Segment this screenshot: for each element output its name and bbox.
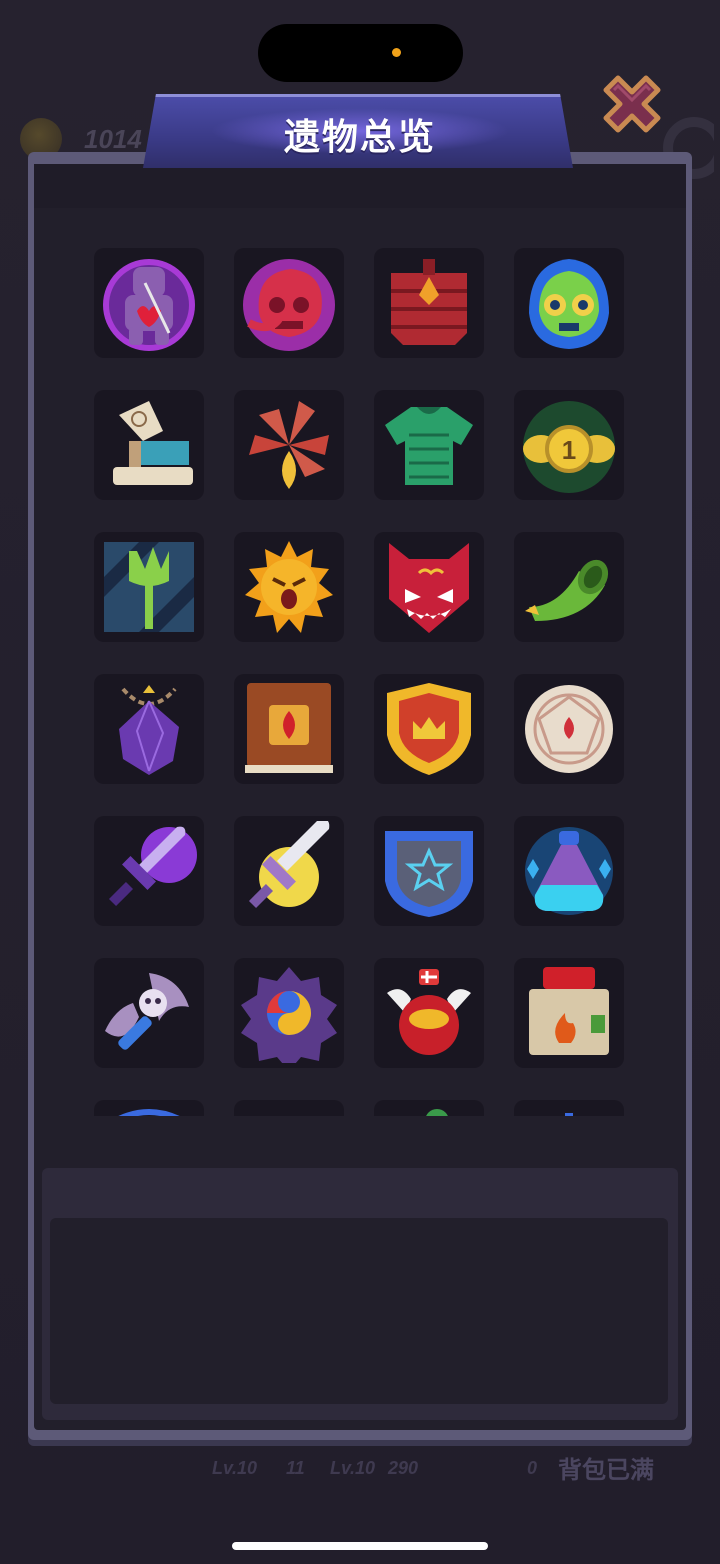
relic-slot[interactable]: [514, 248, 624, 358]
purple-sword-icon: [108, 826, 197, 907]
angry-sun-icon: [245, 541, 333, 633]
green-scale-shirt-icon: [385, 407, 473, 485]
relic-slot[interactable]: [514, 816, 624, 926]
relic-slot[interactable]: [94, 1100, 204, 1116]
relic-slot[interactable]: [234, 532, 344, 642]
bottom-count-2: 290: [388, 1458, 419, 1478]
skull-axe-icon: [105, 973, 189, 1050]
bottom-level-1: Lv.10: [212, 1458, 258, 1478]
relic-slot[interactable]: [234, 958, 344, 1068]
gold-crown-shield-icon: [387, 683, 471, 775]
bag-status: 背包已满: [558, 1457, 654, 1484]
partial-relic-icon: [239, 1105, 339, 1116]
relic-slot[interactable]: [234, 248, 344, 358]
relic-slot[interactable]: [94, 958, 204, 1068]
relic-slot[interactable]: [94, 248, 204, 358]
yin-yang-orb-icon: [241, 967, 337, 1063]
relic-slot[interactable]: [374, 958, 484, 1068]
winged-health-potion-icon: [387, 969, 471, 1055]
svg-text:1: 1: [562, 435, 576, 465]
partial-relic-icon: [426, 1109, 448, 1116]
winged-gold-medal-icon: 1: [523, 401, 615, 493]
relic-slot[interactable]: [374, 248, 484, 358]
relic-panel-header-strip: [34, 164, 686, 208]
close-x-icon: [603, 75, 661, 133]
mana-potion-icon: [525, 827, 613, 915]
camera-indicator: [392, 48, 401, 57]
wooden-horse-icon: [113, 401, 193, 485]
amethyst-necklace-icon: [119, 685, 179, 775]
bottom-level-2: Lv.10: [330, 1458, 376, 1478]
star-shield-icon: [385, 831, 473, 917]
home-indicator[interactable]: [232, 1542, 488, 1550]
relic-slot[interactable]: [234, 674, 344, 784]
relic-slot[interactable]: [94, 674, 204, 784]
relic-slot[interactable]: [374, 532, 484, 642]
relic-slot[interactable]: [234, 1100, 344, 1116]
relic-slot[interactable]: 1: [514, 390, 624, 500]
camera-notch: [258, 24, 463, 82]
partial-relic-icon: [565, 1113, 573, 1116]
voodoo-doll-icon: [103, 259, 195, 351]
ancient-tome-icon: [245, 683, 333, 773]
relic-slot[interactable]: [94, 390, 204, 500]
relic-slot[interactable]: [234, 816, 344, 926]
bottom-count-3: 0: [527, 1458, 538, 1478]
relic-slot[interactable]: [514, 532, 624, 642]
bottom-count-1: 11: [286, 1458, 305, 1478]
relic-slot[interactable]: [374, 1100, 484, 1116]
glowing-dagger-icon: [248, 821, 330, 909]
green-horn-icon: [525, 559, 609, 621]
relic-grid[interactable]: 1: [94, 248, 624, 1116]
blue-flame-mask-icon: [529, 259, 609, 349]
fire-crate-icon: [529, 967, 609, 1055]
relic-slot[interactable]: [514, 1100, 624, 1116]
relic-slot[interactable]: [514, 674, 624, 784]
close-button[interactable]: [592, 72, 672, 152]
green-trident-icon: [104, 542, 194, 632]
relic-slot[interactable]: [374, 816, 484, 926]
relic-slot[interactable]: [234, 390, 344, 500]
rune-disc-icon: [525, 685, 613, 773]
relic-slot[interactable]: [374, 390, 484, 500]
partial-relic-icon: [118, 1109, 180, 1116]
relic-slot[interactable]: [374, 674, 484, 784]
relic-slot[interactable]: [94, 816, 204, 926]
demon-shield-icon: [389, 543, 469, 633]
relic-slot[interactable]: [514, 958, 624, 1068]
red-skull-spirit-icon: [243, 259, 335, 351]
relic-description-text: [50, 1218, 668, 1404]
relic-slot[interactable]: [94, 532, 204, 642]
red-tribal-armor-icon: [391, 259, 467, 345]
phoenix-feather-icon: [249, 401, 329, 489]
